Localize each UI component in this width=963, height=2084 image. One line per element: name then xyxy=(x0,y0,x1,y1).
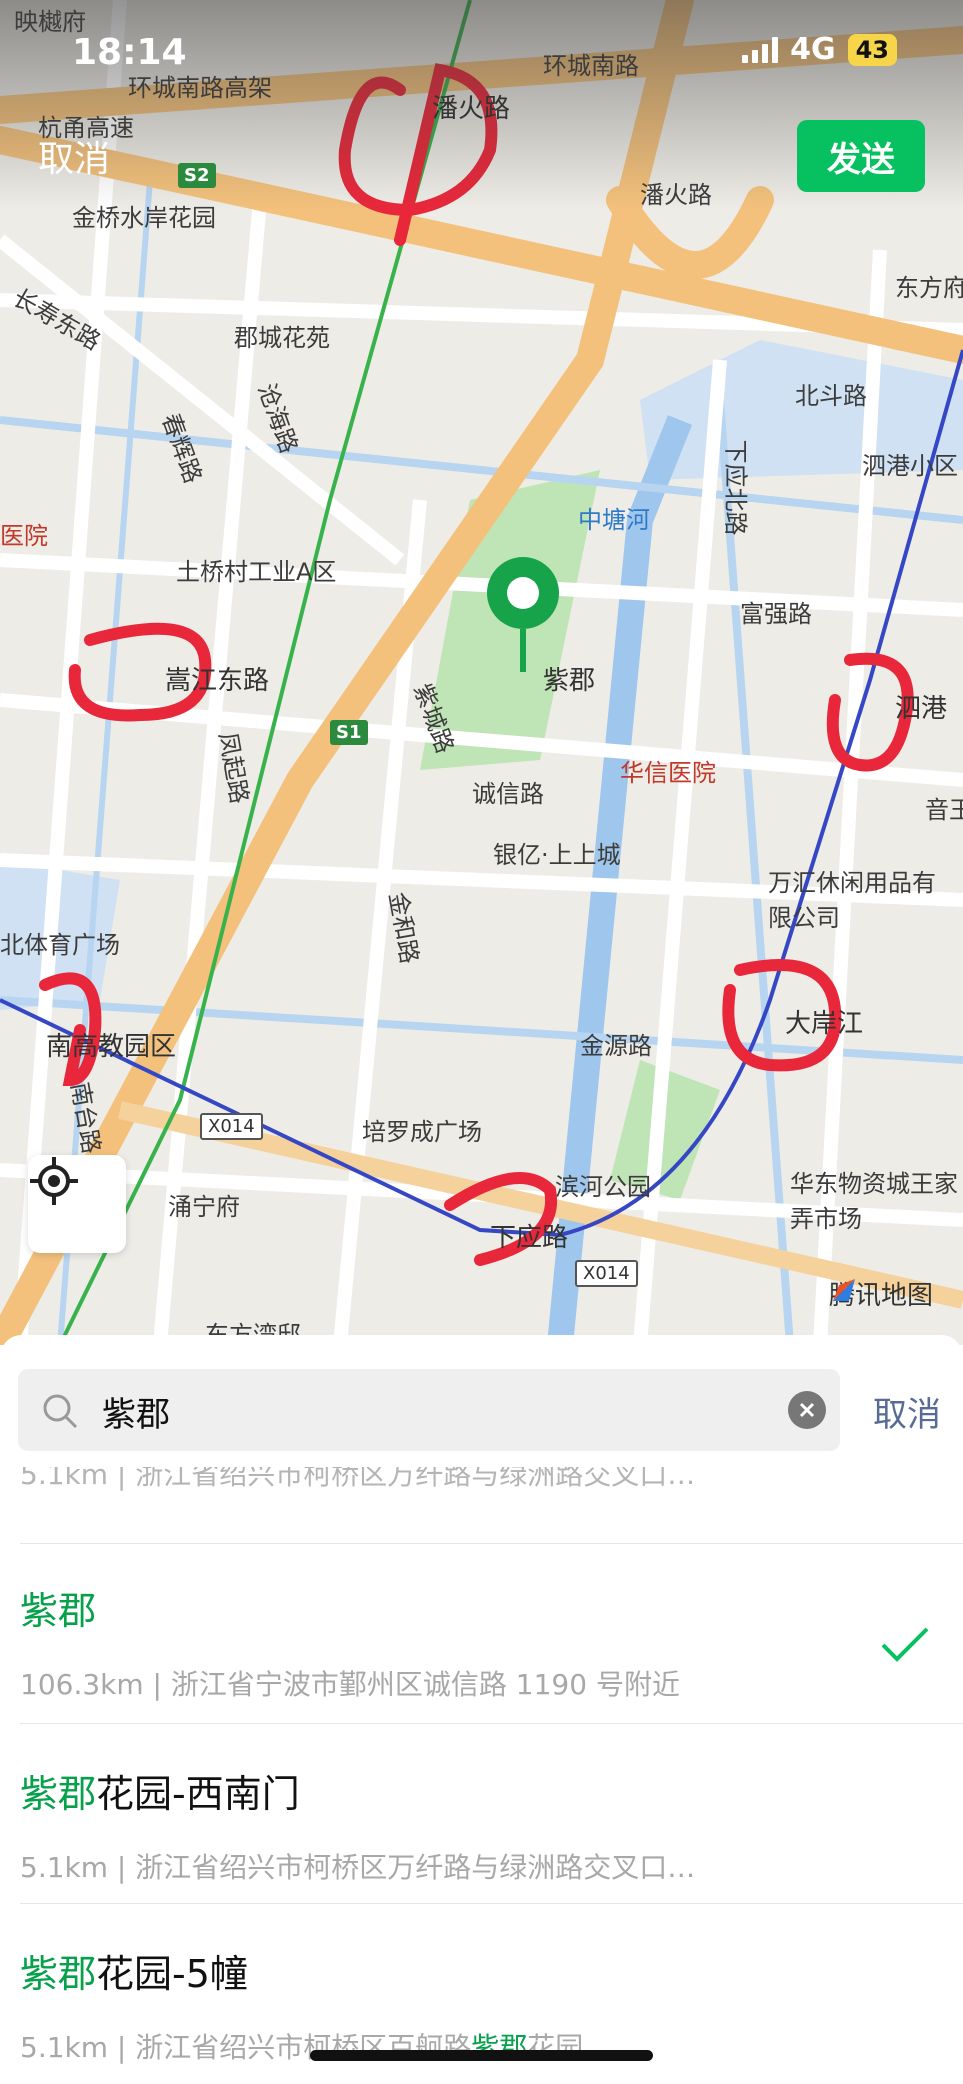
map-label: 中塘河 xyxy=(578,506,650,534)
map-label: 音王 xyxy=(925,796,963,824)
road-sign: X014 xyxy=(575,1260,638,1287)
signal-icon xyxy=(742,36,779,63)
metro-station-label[interactable]: 潘火路 xyxy=(432,88,510,125)
map-label: 下应北路 xyxy=(721,439,750,536)
close-icon xyxy=(799,1402,815,1418)
map-label: 土桥村工业A区 xyxy=(176,558,337,586)
map-label: 涌宁府 xyxy=(168,1193,240,1221)
list-item-partial: 5.1km | 浙江省绍兴市柯桥区万纤路与绿洲路交叉口… xyxy=(20,1467,920,1497)
send-button[interactable]: 发送 xyxy=(797,120,925,192)
clear-search-button[interactable] xyxy=(788,1391,826,1429)
result-title-highlight: 紫郡 xyxy=(20,1589,97,1633)
result-title: 紫郡 xyxy=(20,1580,940,1635)
checkmark-icon xyxy=(881,1627,929,1662)
map-view[interactable]: 映樾府 环城南路高架 环城南路 潘火路 潘火路 杭甬高速 金桥水岸花园 长寿东路… xyxy=(0,0,963,1345)
cancel-button[interactable]: 取消 xyxy=(38,130,110,182)
result-title-highlight: 紫郡 xyxy=(20,1772,97,1816)
map-label: 诚信路 xyxy=(472,780,544,808)
result-item[interactable]: 紫郡 106.3km | 浙江省宁波市鄞州区诚信路 1190 号附近 xyxy=(20,1580,940,1703)
status-indicators: 4G 43 xyxy=(742,32,897,67)
map-label: 富强路 xyxy=(740,600,812,628)
crosshair-icon xyxy=(30,1157,78,1205)
pin-label[interactable]: 紫郡 xyxy=(543,660,595,697)
result-meta: 5.1km | 浙江省绍兴市柯桥区万纤路与绿洲路交叉口… xyxy=(20,1851,696,1884)
map-label: 医院 xyxy=(0,522,48,550)
map-label: 华信医院 xyxy=(620,759,716,787)
result-title-rest: 花园-5幢 xyxy=(96,1952,248,1996)
metro-station-label[interactable]: 下应路 xyxy=(490,1217,568,1254)
map-provider: 腾讯地图 xyxy=(829,1275,933,1312)
map-label: 培罗成广场 xyxy=(362,1118,482,1146)
metro-station-label[interactable]: 南高教园区 xyxy=(46,1026,176,1063)
battery-icon: 43 xyxy=(847,33,897,66)
highway-sign: S2 xyxy=(178,163,216,188)
metro-station-label[interactable]: 大岸江 xyxy=(785,1003,863,1040)
map-label: 银亿·上上城 xyxy=(493,841,621,869)
map-label: 泗港小区 xyxy=(862,452,958,480)
result-meta: 106.3km | 浙江省宁波市鄞州区诚信路 1190 号附近 xyxy=(20,1668,680,1701)
map-label: 华东物资城王家弄市场 xyxy=(790,1170,958,1233)
result-title-highlight: 紫郡 xyxy=(20,1952,97,1996)
network-type: 4G xyxy=(790,32,836,67)
road-sign: X014 xyxy=(200,1113,263,1140)
map-label: 万汇休闲用品有限公司 xyxy=(768,869,936,932)
result-meta: 5.1km | 浙江省绍兴市柯桥区万纤路与绿洲路交叉口… xyxy=(20,1467,696,1491)
home-indicator xyxy=(310,2050,653,2061)
map-label: 北体育广场 xyxy=(0,931,120,959)
map-label: 金桥水岸花园 xyxy=(72,204,216,232)
result-title-rest: 花园-西南门 xyxy=(96,1772,300,1816)
map-label: 金源路 xyxy=(580,1032,652,1060)
metro-station-label[interactable]: 嵩江东路 xyxy=(165,660,269,697)
tencent-map-logo-icon xyxy=(832,1279,855,1301)
result-title: 紫郡花园-5幢 xyxy=(20,1943,940,1998)
map-label: 北斗路 xyxy=(795,382,867,410)
search-icon xyxy=(43,1394,78,1429)
map-label: 东方府 xyxy=(895,274,963,302)
search-box[interactable] xyxy=(18,1369,840,1453)
cancel-search-button[interactable]: 取消 xyxy=(873,1387,941,1436)
result-item[interactable]: 紫郡花园-5幢 5.1km | 浙江省绍兴市柯桥区百舸路紫郡花园 xyxy=(20,1943,940,2066)
result-item[interactable]: 紫郡花园-西南门 5.1km | 浙江省绍兴市柯桥区万纤路与绿洲路交叉口… xyxy=(20,1763,940,1886)
map-label: 潘火路 xyxy=(640,181,712,209)
map-label: 郡城花苑 xyxy=(234,324,330,352)
search-sheet: 取消 5.1km | 浙江省绍兴市柯桥区万纤路与绿洲路交叉口… 紫郡 106.3… xyxy=(0,1335,963,2084)
locate-button[interactable] xyxy=(28,1155,126,1253)
result-title: 紫郡花园-西南门 xyxy=(20,1763,940,1818)
map-label: 环城南路高架 xyxy=(128,74,272,102)
map-label: 环城南路 xyxy=(543,52,639,80)
search-input[interactable] xyxy=(100,1369,764,1453)
status-time: 18:14 xyxy=(72,32,187,73)
metro-station-label[interactable]: 泗港 xyxy=(895,688,947,725)
map-label: 滨河公园 xyxy=(555,1173,651,1201)
highway-sign: S1 xyxy=(330,720,368,745)
